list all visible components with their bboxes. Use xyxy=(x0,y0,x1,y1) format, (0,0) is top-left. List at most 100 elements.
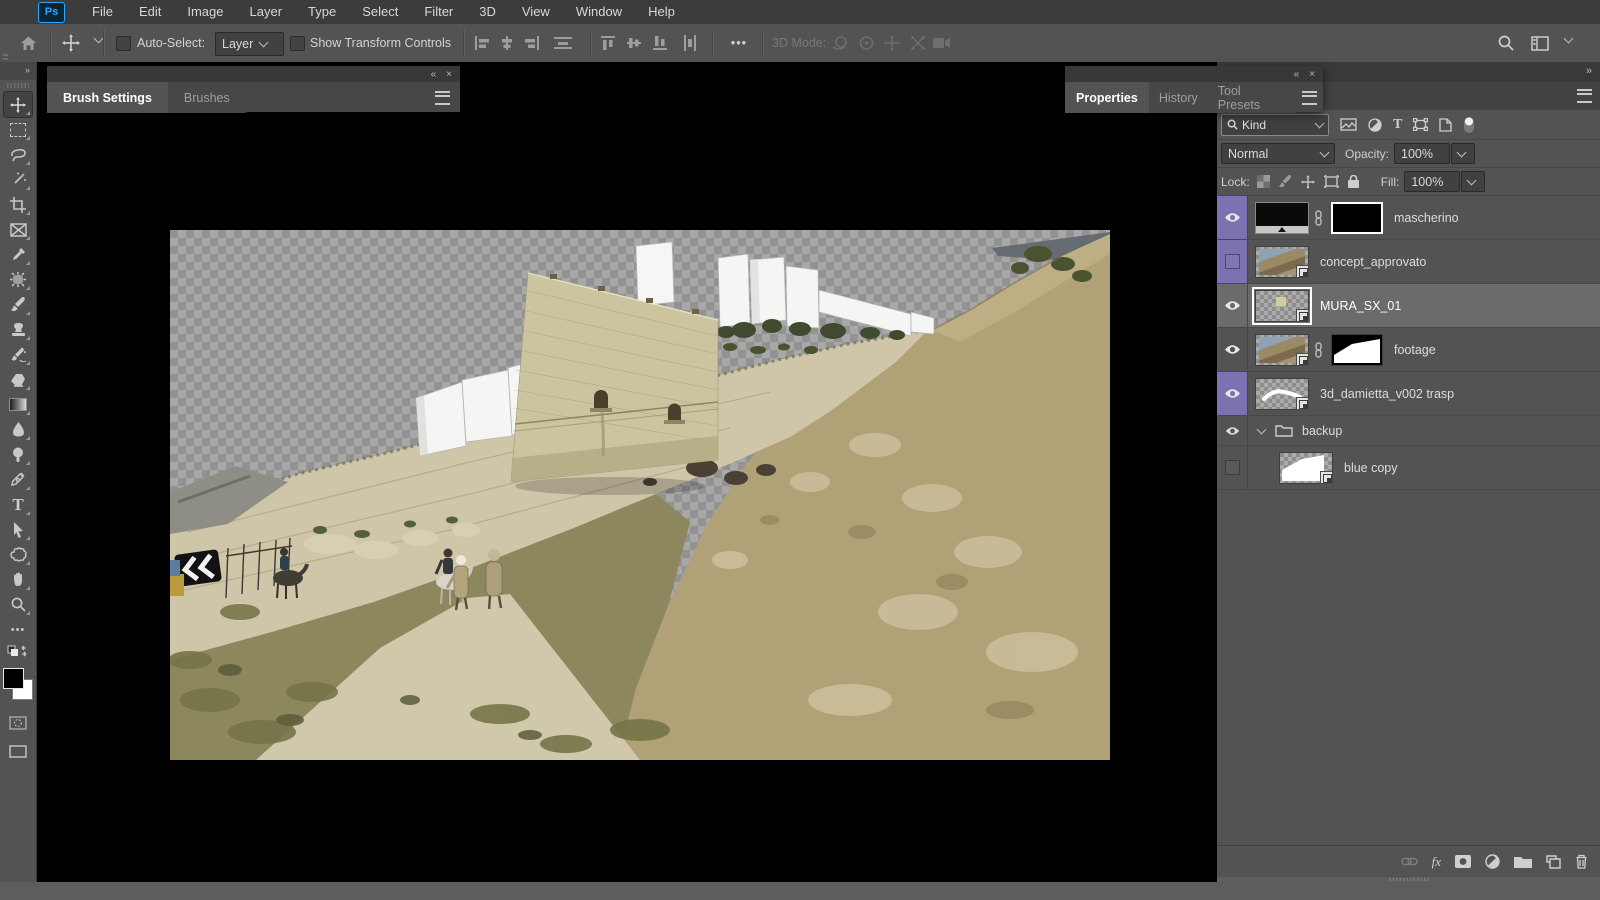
layer-name[interactable]: backup xyxy=(1302,424,1342,438)
layer-row-3d-damietta[interactable]: 3d_damietta_v002 trasp xyxy=(1217,372,1600,416)
history-brush-tool[interactable] xyxy=(4,342,32,367)
visibility-toggle[interactable] xyxy=(1217,240,1248,283)
tab-properties[interactable]: Properties xyxy=(1065,82,1149,113)
opacity-scrubber[interactable] xyxy=(1451,143,1475,164)
layer-name[interactable]: 3d_damietta_v002 trasp xyxy=(1320,387,1454,401)
layer-row-footage[interactable]: footage xyxy=(1217,328,1600,372)
workspace-chevron-icon[interactable] xyxy=(1564,34,1574,44)
layer-filter-kind-dropdown[interactable]: Kind xyxy=(1221,114,1329,136)
layer-name[interactable]: concept_approvato xyxy=(1320,255,1426,269)
visibility-toggle[interactable] xyxy=(1217,328,1248,371)
menu-file[interactable]: File xyxy=(79,0,126,24)
layer-mask-thumbnail[interactable] xyxy=(1331,202,1383,234)
panel-menu-icon[interactable] xyxy=(435,91,450,105)
frame-tool[interactable] xyxy=(4,217,32,242)
fill-scrubber[interactable] xyxy=(1461,171,1485,192)
layer-name[interactable]: mascherino xyxy=(1394,211,1459,225)
smart-object-filter-icon[interactable] xyxy=(1439,118,1452,132)
panel-collapse-icon[interactable]: « xyxy=(431,69,437,80)
path-selection-tool[interactable] xyxy=(4,517,32,542)
custom-shape-tool[interactable] xyxy=(4,542,32,567)
move-tool[interactable] xyxy=(4,92,32,117)
document-canvas[interactable] xyxy=(170,230,1110,760)
visibility-toggle[interactable] xyxy=(1217,284,1248,327)
align-top-edges-icon[interactable] xyxy=(596,30,620,56)
tab-brushes[interactable]: Brushes xyxy=(168,82,246,113)
menu-type[interactable]: Type xyxy=(295,0,349,24)
layer-row-blue-copy[interactable]: blue copy xyxy=(1217,446,1600,490)
tab-tool-presets[interactable]: Tool Presets xyxy=(1208,82,1296,113)
align-right-edges-icon[interactable] xyxy=(520,30,544,56)
panel-menu-icon[interactable] xyxy=(1302,91,1317,105)
menu-window[interactable]: Window xyxy=(563,0,635,24)
layer-thumbnail[interactable] xyxy=(1255,246,1309,278)
layers-panel-resize-grip[interactable] xyxy=(1217,877,1600,882)
layer-thumbnail[interactable] xyxy=(1279,452,1333,484)
mask-link-icon[interactable] xyxy=(1314,342,1323,358)
rectangular-marquee-tool[interactable] xyxy=(4,117,32,142)
layer-row-mascherino[interactable]: mascherino xyxy=(1217,196,1600,240)
lock-transparent-pixels-icon[interactable] xyxy=(1257,175,1270,188)
crop-tool[interactable] xyxy=(4,192,32,217)
panel-close-icon[interactable]: × xyxy=(446,69,452,80)
layer-row-mura-sx-01[interactable]: MURA_SX_01 xyxy=(1217,284,1600,328)
align-bottom-edges-icon[interactable] xyxy=(648,30,672,56)
move-tool-preset-icon[interactable] xyxy=(58,30,84,56)
swap-colors-icon[interactable] xyxy=(4,642,32,660)
auto-select-checkbox[interactable] xyxy=(116,36,131,51)
type-tool[interactable]: T xyxy=(4,492,32,517)
fill-field[interactable]: 100% xyxy=(1404,171,1460,192)
tab-history[interactable]: History xyxy=(1149,82,1208,113)
layer-style-fx-icon[interactable]: fx xyxy=(1432,854,1441,870)
layer-select-dropdown[interactable]: Layer xyxy=(215,32,284,56)
eraser-tool[interactable] xyxy=(4,367,32,392)
show-transform-checkbox[interactable] xyxy=(290,36,305,51)
adjustment-filter-icon[interactable] xyxy=(1368,118,1382,132)
layer-name[interactable]: blue copy xyxy=(1344,461,1398,475)
tool-preset-chevron-icon[interactable] xyxy=(94,34,104,44)
brush-tool[interactable] xyxy=(4,292,32,317)
menu-layer[interactable]: Layer xyxy=(237,0,296,24)
more-options-button[interactable]: ••• xyxy=(722,30,756,56)
eyedropper-tool[interactable] xyxy=(4,242,32,267)
blend-mode-dropdown[interactable]: Normal xyxy=(1221,143,1335,164)
panel-collapse-icon[interactable]: « xyxy=(1294,69,1300,80)
group-expand-chevron-icon[interactable] xyxy=(1257,424,1267,434)
quick-mask-button[interactable] xyxy=(4,710,32,735)
new-layer-icon[interactable] xyxy=(1546,855,1561,869)
edit-toolbar-button[interactable]: ••• xyxy=(4,617,32,642)
align-vertical-centers-icon[interactable] xyxy=(622,30,646,56)
visibility-toggle[interactable] xyxy=(1217,416,1248,445)
lasso-tool[interactable] xyxy=(4,142,32,167)
shape-filter-icon[interactable] xyxy=(1413,118,1428,131)
visibility-toggle[interactable] xyxy=(1217,372,1248,415)
dodge-tool[interactable] xyxy=(4,442,32,467)
opacity-field[interactable]: 100% xyxy=(1394,143,1450,164)
lock-all-icon[interactable] xyxy=(1348,175,1359,188)
toolbar-collapse-icon[interactable]: » xyxy=(0,62,36,80)
blur-tool[interactable] xyxy=(4,417,32,442)
visibility-toggle[interactable] xyxy=(1217,446,1248,489)
distribute-vertical-icon[interactable] xyxy=(678,30,702,56)
align-horizontal-centers-icon[interactable] xyxy=(495,30,519,56)
layer-thumbnail[interactable] xyxy=(1255,378,1309,410)
type-filter-icon[interactable]: T xyxy=(1393,117,1402,133)
photoshop-logo[interactable]: Ps xyxy=(38,2,65,23)
dock-expand-icon[interactable]: » xyxy=(1586,65,1592,77)
clone-stamp-tool[interactable] xyxy=(4,317,32,342)
canvas-pasteboard[interactable] xyxy=(37,62,1217,882)
menu-image[interactable]: Image xyxy=(174,0,236,24)
tab-brush-settings[interactable]: Brush Settings xyxy=(47,82,168,113)
lock-artboard-icon[interactable] xyxy=(1324,175,1339,188)
toolbar-grip[interactable] xyxy=(7,83,29,88)
hand-tool[interactable] xyxy=(4,567,32,592)
menu-filter[interactable]: Filter xyxy=(411,0,466,24)
search-icon[interactable] xyxy=(1494,30,1518,56)
spot-healing-brush-tool[interactable] xyxy=(4,267,32,292)
screen-mode-button[interactable] xyxy=(4,739,32,764)
layers-panel-menu-icon[interactable] xyxy=(1577,89,1592,103)
add-layer-mask-icon[interactable] xyxy=(1455,855,1471,868)
menu-help[interactable]: Help xyxy=(635,0,688,24)
panel-close-icon[interactable]: × xyxy=(1309,69,1315,80)
pixel-layer-filter-icon[interactable] xyxy=(1340,118,1357,131)
